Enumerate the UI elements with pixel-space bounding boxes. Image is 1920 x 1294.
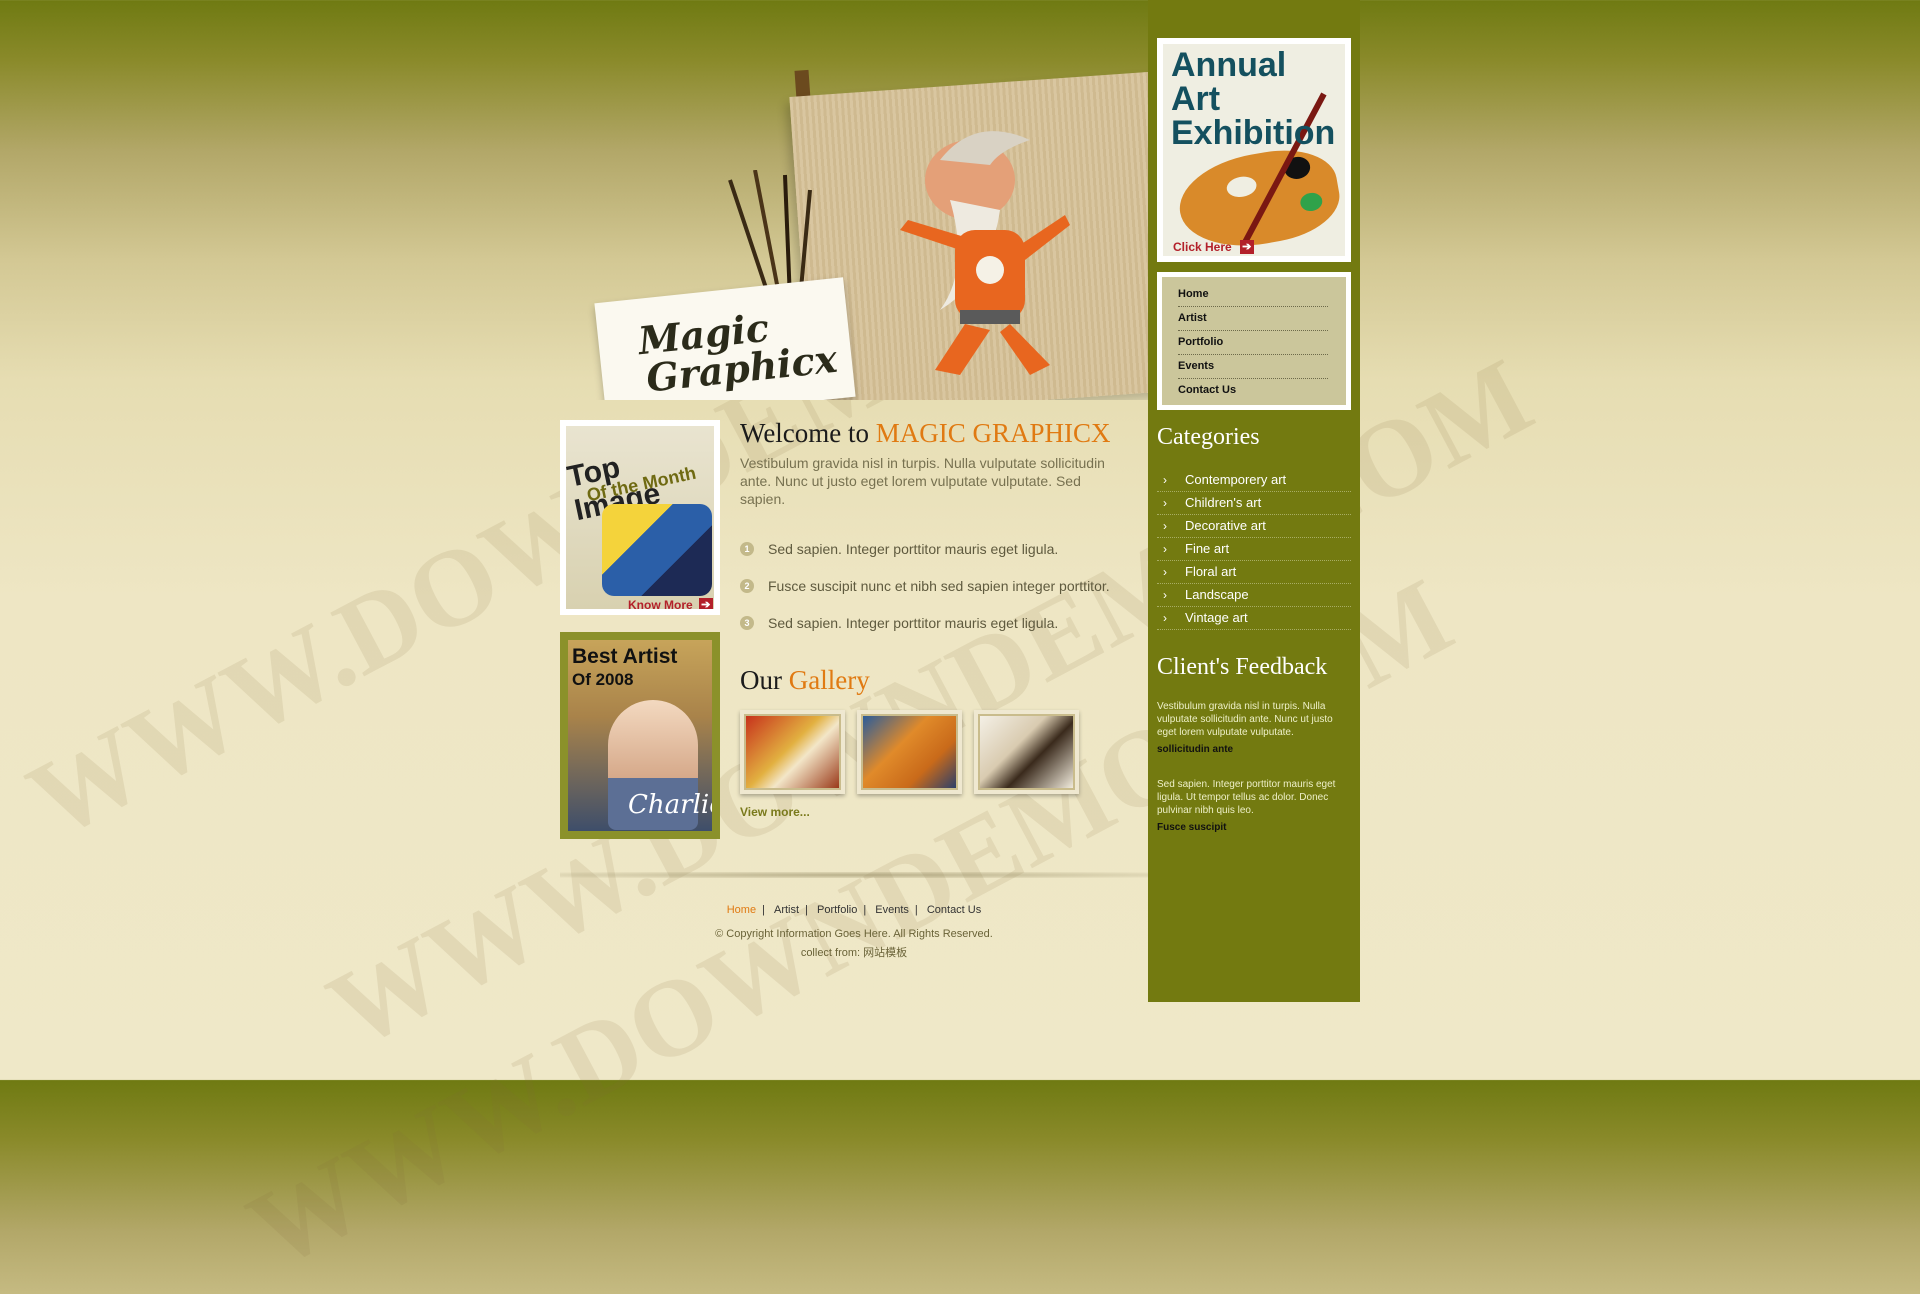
click-here-label: Click Here: [1173, 240, 1232, 254]
chevron-right-icon: ›: [1163, 565, 1167, 579]
nav-item-portfolio[interactable]: Portfolio: [1178, 331, 1328, 355]
separator: |: [914, 904, 918, 916]
chevron-right-icon: ›: [1163, 588, 1167, 602]
footer-link-home[interactable]: Home: [727, 904, 756, 916]
chevron-right-icon: ›: [1163, 473, 1167, 487]
footer-link-portfolio[interactable]: Portfolio: [817, 904, 857, 916]
category-label: Landscape: [1185, 587, 1249, 602]
footer-link-events[interactable]: Events: [875, 904, 909, 916]
category-item[interactable]: › Landscape: [1157, 584, 1351, 607]
view-more-link[interactable]: View more...: [740, 805, 810, 819]
arrow-right-icon: ➔: [698, 598, 713, 609]
footer-nav: Home | Artist | Portfolio | Events | Contact…: [560, 904, 1148, 916]
exhibition-title-line: Art: [1171, 80, 1221, 118]
right-sidebar: Annual Art Exhibition Click Here ➔ Home …: [1148, 0, 1360, 1002]
list-item-text: Sed sapien. Integer porttitor mauris ege…: [768, 614, 1059, 631]
footer-link-artist[interactable]: Artist: [774, 904, 799, 916]
gallery-thumbnail[interactable]: [974, 710, 1079, 794]
wizard-mascot-image: [900, 131, 1070, 375]
chevron-right-icon: ›: [1163, 519, 1167, 533]
feedback-text: Sed sapien. Integer porttitor mauris ege…: [1157, 779, 1336, 816]
category-item[interactable]: › Vintage art: [1157, 607, 1351, 630]
feature-list: 1 Sed sapien. Integer porttitor mauris eg…: [740, 530, 1110, 641]
gallery-thumbnails: [740, 710, 1079, 794]
arrow-right-icon: ➔: [1239, 240, 1254, 254]
gallery-thumbnail[interactable]: [740, 710, 845, 794]
welcome-prefix: Welcome to: [740, 418, 870, 448]
gallery-prefix: Our: [740, 665, 782, 695]
artist-signature: Charlie: [628, 790, 712, 820]
list-item: 2 Fusce suscipit nunc et nibh sed sapien …: [740, 567, 1110, 604]
gallery-accent: Gallery: [788, 665, 870, 695]
category-label: Floral art: [1185, 564, 1237, 579]
feedback-heading: Client's Feedback: [1157, 654, 1328, 680]
feedback-author[interactable]: sollicitudin ante: [1157, 744, 1233, 755]
know-more-link[interactable]: Know More ➔: [628, 598, 713, 609]
click-here-link[interactable]: Click Here ➔: [1173, 240, 1254, 254]
category-label: Decorative art: [1185, 518, 1266, 533]
category-label: Fine art: [1185, 541, 1230, 556]
header-banner: Magic Graphicx: [560, 0, 1148, 400]
feedback-author[interactable]: Fusce suscipit: [1157, 822, 1226, 833]
best-artist-promo[interactable]: Best Artist Of 2008 Charlie: [560, 632, 720, 839]
paint-palette-icon: [1172, 140, 1345, 256]
list-item-text: Sed sapien. Integer porttitor mauris ege…: [768, 540, 1059, 557]
chevron-right-icon: ›: [1163, 611, 1167, 625]
category-item[interactable]: › Contemporery art: [1157, 469, 1351, 492]
categories-list: › Contemporery art › Children's art › Decor…: [1157, 469, 1351, 630]
category-label: Contemporery art: [1185, 472, 1287, 487]
footer-link-contact[interactable]: Contact Us: [927, 904, 981, 916]
promo-subtitle: Of 2008: [572, 670, 634, 689]
gallery-heading: Our Gallery: [740, 665, 870, 696]
exhibition-banner[interactable]: Annual Art Exhibition Click Here ➔: [1157, 38, 1351, 262]
exhibition-title-line: Annual: [1171, 46, 1287, 84]
sidebar-nav: Home Artist Portfolio Events Contact Us: [1157, 272, 1351, 410]
promo-title: Best Artist: [572, 645, 678, 668]
category-label: Children's art: [1185, 495, 1262, 510]
exhibition-title-line: Exhibition: [1171, 114, 1336, 152]
category-label: Vintage art: [1185, 610, 1248, 625]
chevron-right-icon: ›: [1163, 496, 1167, 510]
feedback-text: Vestibulum gravida nisl in turpis. Nulla…: [1157, 701, 1333, 738]
know-more-label: Know More: [628, 598, 693, 609]
site-logo[interactable]: Magic Graphicx: [636, 302, 839, 400]
categories-heading: Categories: [1157, 424, 1260, 450]
separator: |: [762, 904, 765, 916]
collect-from-text: collect from: 网站模板: [800, 947, 908, 959]
number-badge-icon: 1: [740, 541, 754, 556]
category-item[interactable]: › Decorative art: [1157, 515, 1351, 538]
category-item[interactable]: › Children's art: [1157, 492, 1351, 515]
list-item-text: Fusce suscipit nunc et nibh sed sapien i…: [768, 577, 1110, 594]
exhibition-title: Annual Art Exhibition: [1171, 48, 1335, 150]
welcome-heading: Welcome to MAGIC GRAPHICX: [740, 418, 1111, 449]
nav-item-contact[interactable]: Contact Us: [1178, 379, 1328, 402]
intro-paragraph: Vestibulum gravida nisl in turpis. Nulla…: [740, 455, 1105, 507]
chevron-right-icon: ›: [1163, 542, 1167, 556]
list-item: 3 Sed sapien. Integer porttitor mauris eg…: [740, 604, 1110, 641]
welcome-brand: MAGIC GRAPHICX: [875, 418, 1111, 448]
number-badge-icon: 3: [740, 615, 754, 630]
number-badge-icon: 2: [740, 578, 754, 593]
top-image-promo[interactable]: Top Image Of the Month Know More ➔: [560, 420, 720, 615]
category-item[interactable]: › Floral art: [1157, 561, 1351, 584]
copyright-text: © Copyright Information Goes Here. All R…: [715, 928, 993, 940]
category-item[interactable]: › Fine art: [1157, 538, 1351, 561]
nav-item-home[interactable]: Home: [1178, 283, 1328, 307]
list-item: 1 Sed sapien. Integer porttitor mauris eg…: [740, 530, 1110, 567]
gallery-thumbnail[interactable]: [857, 710, 962, 794]
nav-item-artist[interactable]: Artist: [1178, 307, 1328, 331]
footer-divider: [560, 872, 1148, 878]
separator: |: [805, 904, 808, 916]
top-image-thumbnail: [602, 504, 712, 596]
nav-item-events[interactable]: Events: [1178, 355, 1328, 379]
separator: |: [863, 904, 867, 916]
